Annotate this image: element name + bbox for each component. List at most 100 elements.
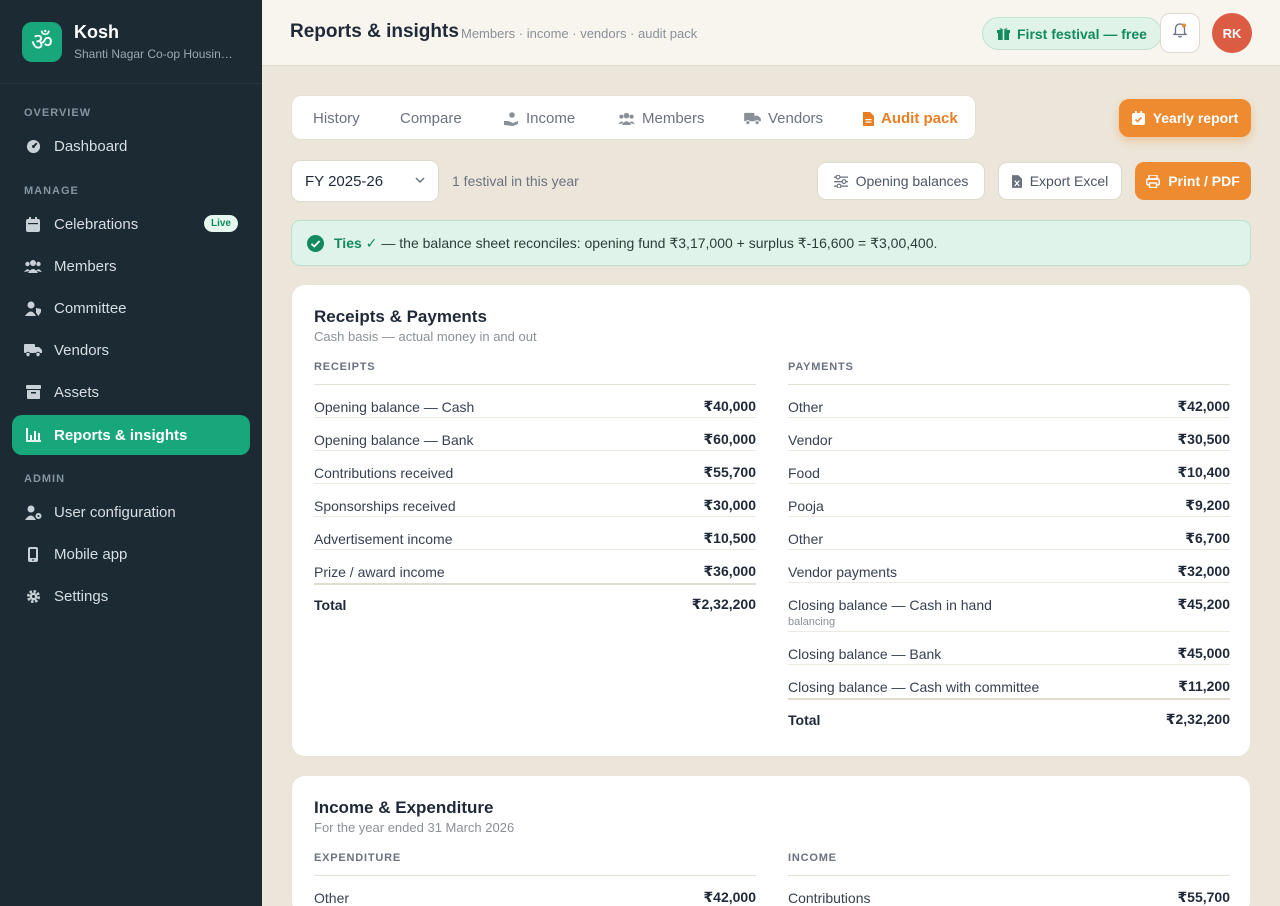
mobile-icon bbox=[24, 545, 42, 563]
row-amount: ₹36,000 bbox=[703, 563, 756, 579]
truck-icon bbox=[24, 341, 42, 359]
hand-coin-icon bbox=[504, 111, 519, 126]
user-avatar[interactable]: RK bbox=[1212, 13, 1252, 53]
yearly-report-label: Yearly report bbox=[1152, 110, 1239, 126]
card-subtitle: For the year ended 31 March 2026 bbox=[314, 820, 515, 835]
festival-count-note: 1 festival in this year bbox=[452, 173, 579, 189]
om-logo-icon: ॐ bbox=[22, 21, 62, 62]
row-amount: ₹45,200 bbox=[1177, 596, 1230, 612]
payments-header: PAYMENTS bbox=[788, 361, 1230, 385]
total-row: Total ₹2,32,200 bbox=[314, 583, 756, 619]
card-title: Income & Expenditure bbox=[314, 798, 494, 817]
notifications-button[interactable] bbox=[1160, 13, 1200, 53]
sidebar-item-dashboard[interactable]: Dashboard bbox=[12, 126, 250, 166]
total-amount: ₹2,32,200 bbox=[1165, 711, 1230, 727]
sidebar-item-label: Reports & insights bbox=[54, 426, 188, 444]
user-gear-icon bbox=[24, 503, 42, 521]
export-excel-button[interactable]: Export Excel bbox=[998, 162, 1122, 200]
sidebar-item-label: Settings bbox=[54, 587, 109, 605]
row-label: Food bbox=[788, 465, 820, 481]
sidebar-item-label: Assets bbox=[54, 383, 100, 401]
section-manage: MANAGE bbox=[24, 185, 79, 197]
gift-icon bbox=[997, 27, 1010, 40]
alert-strong: Ties ✓ bbox=[334, 234, 378, 251]
sidebar-item-assets[interactable]: Assets bbox=[12, 372, 250, 412]
fy-select[interactable]: FY 2025-26 bbox=[291, 160, 439, 202]
print-pdf-button[interactable]: Print / PDF bbox=[1135, 162, 1251, 200]
file-icon bbox=[863, 111, 874, 126]
calendar-icon bbox=[24, 215, 42, 233]
users-icon bbox=[618, 112, 635, 125]
tab-compare[interactable]: Compare bbox=[400, 96, 462, 141]
tab-label: History bbox=[313, 110, 360, 127]
sidebar-item-label: Committee bbox=[54, 299, 127, 317]
income-column: INCOME Contributions ₹55,700 bbox=[788, 852, 1230, 906]
sidebar-item-label: Celebrations bbox=[54, 215, 139, 233]
row-amount: ₹55,700 bbox=[1177, 889, 1230, 905]
check-circle-icon bbox=[307, 234, 324, 252]
row-amount: ₹45,000 bbox=[1177, 645, 1230, 661]
row-label: Prize / award income bbox=[314, 564, 445, 580]
table-row: Contributions received ₹55,700 bbox=[314, 451, 756, 484]
yearly-report-button[interactable]: Yearly report bbox=[1119, 99, 1251, 137]
expenditure-column: EXPENDITURE Other ₹42,000 bbox=[314, 852, 756, 906]
sidebar-item-settings[interactable]: Settings bbox=[12, 576, 250, 616]
tab-members[interactable]: Members bbox=[618, 96, 705, 141]
row-label: Contributions bbox=[788, 890, 871, 906]
payments-column: PAYMENTS Other ₹42,000 Vendor ₹30,500 Food… bbox=[788, 361, 1230, 734]
calendar-check-icon bbox=[1131, 111, 1145, 125]
sidebar-item-mobile-app[interactable]: Mobile app bbox=[12, 534, 250, 574]
row-label: Other bbox=[788, 531, 824, 547]
table-row: Opening balance — Bank ₹60,000 bbox=[314, 418, 756, 451]
sidebar-item-label: Dashboard bbox=[54, 137, 128, 155]
gauge-icon bbox=[24, 137, 42, 155]
row-amount: ₹10,400 bbox=[1177, 464, 1230, 480]
tab-history[interactable]: History bbox=[313, 96, 360, 141]
row-note: balancing bbox=[788, 616, 836, 628]
tab-vendors[interactable]: Vendors bbox=[744, 96, 823, 141]
sidebar-item-user-configuration[interactable]: User configuration bbox=[12, 492, 250, 532]
row-amount: ₹30,000 bbox=[703, 497, 756, 513]
opening-balances-button[interactable]: Opening balances bbox=[817, 162, 985, 200]
total-row: Total ₹2,32,200 bbox=[788, 698, 1230, 734]
table-row: Closing balance — Cash in hand ₹45,200 bal… bbox=[788, 583, 1230, 632]
chevron-down-icon bbox=[414, 174, 426, 186]
income-header: INCOME bbox=[788, 852, 1230, 876]
tab-income[interactable]: Income bbox=[504, 96, 575, 141]
opening-balances-label: Opening balances bbox=[855, 173, 969, 189]
table-row: Other ₹42,000 bbox=[314, 876, 756, 906]
row-label: Advertisement income bbox=[314, 531, 453, 547]
users-icon bbox=[24, 257, 42, 275]
row-label: Vendor bbox=[788, 432, 833, 448]
row-amount: ₹9,200 bbox=[1185, 497, 1230, 513]
row-label: Closing balance — Cash in hand bbox=[788, 597, 992, 613]
sidebar-item-vendors[interactable]: Vendors bbox=[12, 330, 250, 370]
promo-text: First festival — free bbox=[1017, 25, 1147, 42]
export-excel-label: Export Excel bbox=[1029, 173, 1109, 189]
row-amount: ₹42,000 bbox=[703, 889, 756, 905]
total-amount: ₹2,32,200 bbox=[691, 596, 756, 612]
receipts-column: RECEIPTS Opening balance — Cash ₹40,000 O… bbox=[314, 361, 756, 619]
row-amount: ₹11,200 bbox=[1178, 678, 1230, 694]
tab-label: Income bbox=[526, 110, 576, 127]
income-expenditure-card: Income & Expenditure For the year ended … bbox=[291, 775, 1251, 906]
reconcile-alert: Ties ✓ — the balance sheet reconciles: o… bbox=[291, 220, 1251, 266]
report-tabs: History Compare Income Members Vendors A… bbox=[291, 95, 976, 140]
table-row: Pooja ₹9,200 bbox=[788, 484, 1230, 517]
brand[interactable]: ॐ Kosh Shanti Nagar Co-op Housing Societ… bbox=[0, 0, 262, 84]
sidebar-item-label: Mobile app bbox=[54, 545, 128, 563]
sidebar-item-members[interactable]: Members bbox=[12, 246, 250, 286]
sidebar-item-celebrations[interactable]: Celebrations Live bbox=[12, 204, 250, 244]
table-row: Opening balance — Cash ₹40,000 bbox=[314, 385, 756, 418]
promo-badge[interactable]: First festival — free bbox=[982, 17, 1162, 50]
receipts-header: RECEIPTS bbox=[314, 361, 756, 385]
page-subtitle: Members · income · vendors · audit pack bbox=[461, 26, 698, 41]
chart-icon bbox=[24, 426, 42, 444]
sidebar: ॐ Kosh Shanti Nagar Co-op Housing Societ… bbox=[0, 0, 262, 906]
sidebar-item-label: Members bbox=[54, 257, 117, 275]
sidebar-item-committee[interactable]: Committee bbox=[12, 288, 250, 328]
sidebar-item-reports[interactable]: Reports & insights bbox=[12, 415, 250, 455]
tab-audit-pack[interactable]: Audit pack bbox=[863, 96, 958, 141]
section-overview: OVERVIEW bbox=[24, 107, 92, 119]
printer-icon bbox=[1146, 174, 1161, 188]
